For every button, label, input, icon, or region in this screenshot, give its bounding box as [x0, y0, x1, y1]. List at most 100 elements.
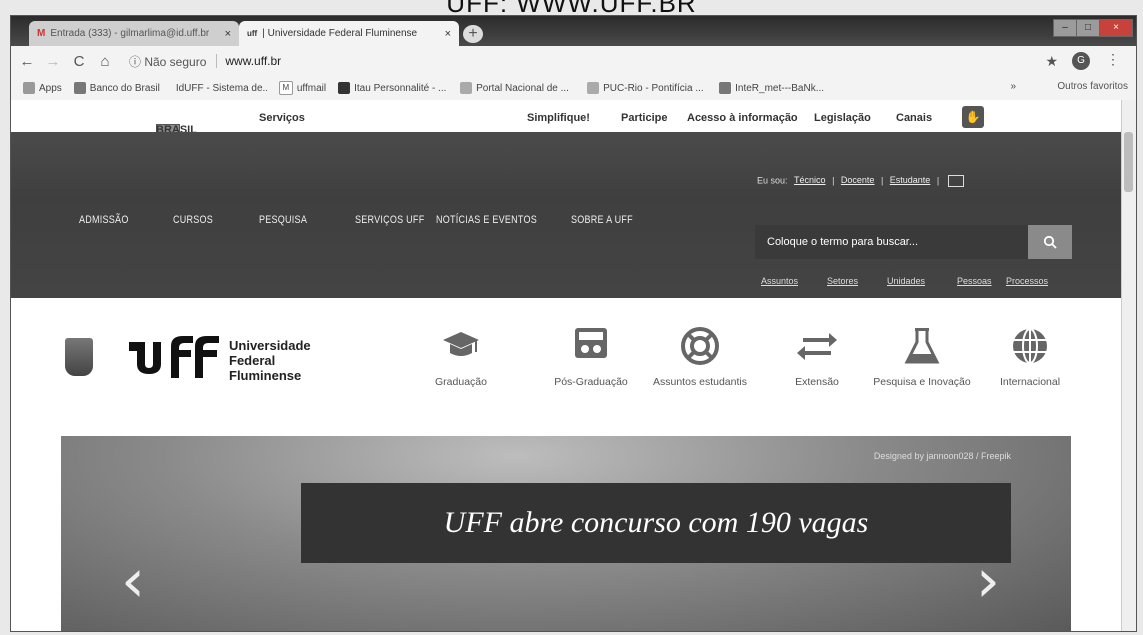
- tab-close-icon[interactable]: ×: [445, 28, 451, 40]
- eu-sou-estudante[interactable]: Estudante: [890, 175, 931, 185]
- gov-link-acesso[interactable]: Acesso à informação: [687, 112, 798, 124]
- bookmark-label: Apps: [39, 82, 62, 94]
- bookmark-iduff[interactable]: IdUFF - Sistema de...: [172, 82, 267, 94]
- maximize-button[interactable]: □: [1076, 19, 1100, 37]
- forward-icon[interactable]: →: [43, 53, 63, 70]
- reload-icon[interactable]: C: [69, 53, 89, 70]
- graduation-cap-icon: [443, 332, 479, 356]
- service-label: Extensão: [795, 376, 839, 388]
- bookmarks-overflow-icon[interactable]: »: [1010, 81, 1016, 92]
- search-icon: [1043, 235, 1057, 249]
- nav-admissao[interactable]: ADMISSÃO: [79, 214, 129, 226]
- presentation-icon: [575, 328, 607, 358]
- nav-sobre-uff[interactable]: SOBRE A UFF: [571, 214, 633, 226]
- page-scrollbar[interactable]: [1121, 100, 1136, 631]
- tab-gmail[interactable]: M Entrada (333) - gilmarlima@id.uff.br ×: [29, 21, 239, 46]
- gov-link-participe[interactable]: Participe: [621, 112, 667, 124]
- bookmark-apps[interactable]: Apps: [23, 82, 62, 94]
- tab-strip: M Entrada (333) - gilmarlima@id.uff.br ×…: [11, 16, 1136, 46]
- service-pos-graduacao[interactable]: Pós-Graduação: [536, 326, 646, 389]
- nav-noticias-eventos[interactable]: NOTÍCIAS E EVENTOS: [436, 214, 537, 226]
- service-internacional[interactable]: Internacional: [975, 326, 1085, 389]
- apps-grid-icon: [23, 82, 35, 94]
- service-label: Pós-Graduação: [554, 376, 628, 388]
- search-button[interactable]: [1028, 225, 1072, 259]
- browser-menu-icon[interactable]: ⋮: [1106, 51, 1120, 68]
- uff-logo[interactable]: [129, 334, 223, 378]
- url-field[interactable]: www.uff.br: [216, 54, 281, 68]
- eu-sou-docente[interactable]: Docente: [841, 175, 875, 185]
- sublink-assuntos[interactable]: Assuntos: [761, 276, 798, 286]
- back-icon[interactable]: ←: [17, 53, 37, 70]
- tab-uff[interactable]: uff | Universidade Federal Fluminense ×: [239, 21, 459, 46]
- service-label: Graduação: [435, 376, 487, 388]
- exchange-arrows-icon: [797, 333, 837, 360]
- bookmarks-bar: Apps Banco do Brasil IdUFF - Sistema de.…: [11, 76, 1136, 101]
- banner-title[interactable]: UFF abre concurso com 190 vagas: [301, 483, 1011, 563]
- gov-bar: BRASIL Serviços Simplifique! Participe A…: [11, 100, 1121, 139]
- bookmark-banco-do-brasil[interactable]: Banco do Brasil: [73, 82, 160, 94]
- puc-icon: [587, 82, 600, 94]
- eu-sou-label: Eu sou:: [757, 175, 788, 186]
- bookmark-label: Itau Personnalité - ...: [354, 82, 447, 94]
- security-indicator[interactable]: ⓘ Não seguro: [129, 53, 206, 70]
- browser-window: M Entrada (333) - gilmarlima@id.uff.br ×…: [10, 15, 1137, 632]
- search-input[interactable]: Coloque o termo para buscar...: [755, 225, 1028, 259]
- brand-row: Universidade Federal Fluminense Graduaçã…: [11, 298, 1121, 436]
- nav-cursos[interactable]: CURSOS: [173, 214, 213, 226]
- image-credit: Designed by jannoon028 / Freepik: [873, 451, 1011, 461]
- service-label: Internacional: [999, 376, 1061, 388]
- bookmark-label: InteR_met---BaNk...: [735, 82, 825, 94]
- tab-close-icon[interactable]: ×: [225, 28, 231, 40]
- service-graduacao[interactable]: Graduação: [406, 326, 516, 389]
- news-carousel[interactable]: Designed by jannoon028 / Freepik UFF abr…: [61, 436, 1071, 631]
- gov-link-simplifique[interactable]: Simplifique!: [527, 112, 590, 124]
- sitemap-icon[interactable]: [947, 175, 964, 187]
- globe-icon: [1013, 328, 1047, 364]
- bookmark-puc-rio[interactable]: PUC-Rio - Pontifícia ...: [587, 82, 707, 94]
- profile-avatar[interactable]: G: [1072, 52, 1090, 70]
- carousel-prev-icon[interactable]: ‹: [121, 546, 145, 616]
- eu-sou-tecnico[interactable]: Técnico: [794, 175, 826, 185]
- bookmark-label: uffmail: [296, 82, 327, 94]
- gov-servicos-link[interactable]: Serviços: [259, 112, 305, 124]
- bookmark-label: Portal Nacional de ...: [476, 82, 569, 94]
- university-name-line: Federal: [229, 353, 276, 368]
- other-favorites[interactable]: Outros favoritos: [1057, 81, 1128, 92]
- nav-servicos-uff[interactable]: SERVIÇOS UFF: [355, 214, 424, 226]
- scrollbar-thumb[interactable]: [1124, 132, 1133, 192]
- close-window-button[interactable]: ×: [1099, 19, 1133, 37]
- tab-title: | Universidade Federal Fluminense: [262, 28, 418, 39]
- university-name-line: Fluminense: [229, 368, 302, 383]
- portal-icon: [460, 82, 473, 94]
- eu-sou-bar: Eu sou: Técnico | Docente | Estudante |: [757, 175, 964, 187]
- bookmark-star-icon[interactable]: ★: [1045, 53, 1058, 70]
- minimize-button[interactable]: –: [1053, 19, 1077, 37]
- carousel-next-icon[interactable]: ›: [976, 546, 1000, 616]
- new-tab-button[interactable]: +: [463, 25, 483, 43]
- bookmark-label: PUC-Rio - Pontifícia ...: [603, 82, 704, 94]
- service-pesquisa-inovacao[interactable]: Pesquisa e Inovação: [867, 326, 977, 389]
- sublink-processos[interactable]: Processos: [1006, 276, 1048, 286]
- site-header: Eu sou: Técnico | Docente | Estudante | …: [11, 132, 1121, 298]
- home-icon[interactable]: ⌂: [95, 53, 115, 70]
- itau-icon: [338, 82, 351, 94]
- gov-link-legislacao[interactable]: Legislação: [814, 112, 871, 124]
- bookmark-uffmail[interactable]: Muffmail: [278, 81, 327, 95]
- sublink-unidades[interactable]: Unidades: [887, 276, 925, 286]
- university-name-line: Universidade: [229, 338, 311, 353]
- gmail-icon: M: [37, 28, 46, 39]
- bookmark-itau[interactable]: Itau Personnalité - ...: [338, 82, 448, 94]
- accessibility-hand-icon[interactable]: ✋: [962, 106, 984, 128]
- service-extensao[interactable]: Extensão: [762, 326, 872, 389]
- gov-link-canais[interactable]: Canais: [896, 112, 932, 124]
- service-assuntos-estudantis[interactable]: Assuntos estudantis: [645, 326, 755, 389]
- mail-icon: M: [278, 81, 293, 95]
- address-bar-row: ← → C ⌂ ⓘ Não seguro www.uff.br ★ G ⋮: [11, 46, 1136, 76]
- sublink-setores[interactable]: Setores: [827, 276, 858, 286]
- service-label: Assuntos estudantis: [653, 376, 747, 388]
- sublink-pessoas[interactable]: Pessoas: [957, 276, 992, 286]
- nav-pesquisa[interactable]: PESQUISA: [259, 214, 307, 226]
- bookmark-portal-nacional[interactable]: Portal Nacional de ...: [460, 82, 575, 94]
- bookmark-inter-met[interactable]: InteR_met---BaNk...: [719, 82, 829, 94]
